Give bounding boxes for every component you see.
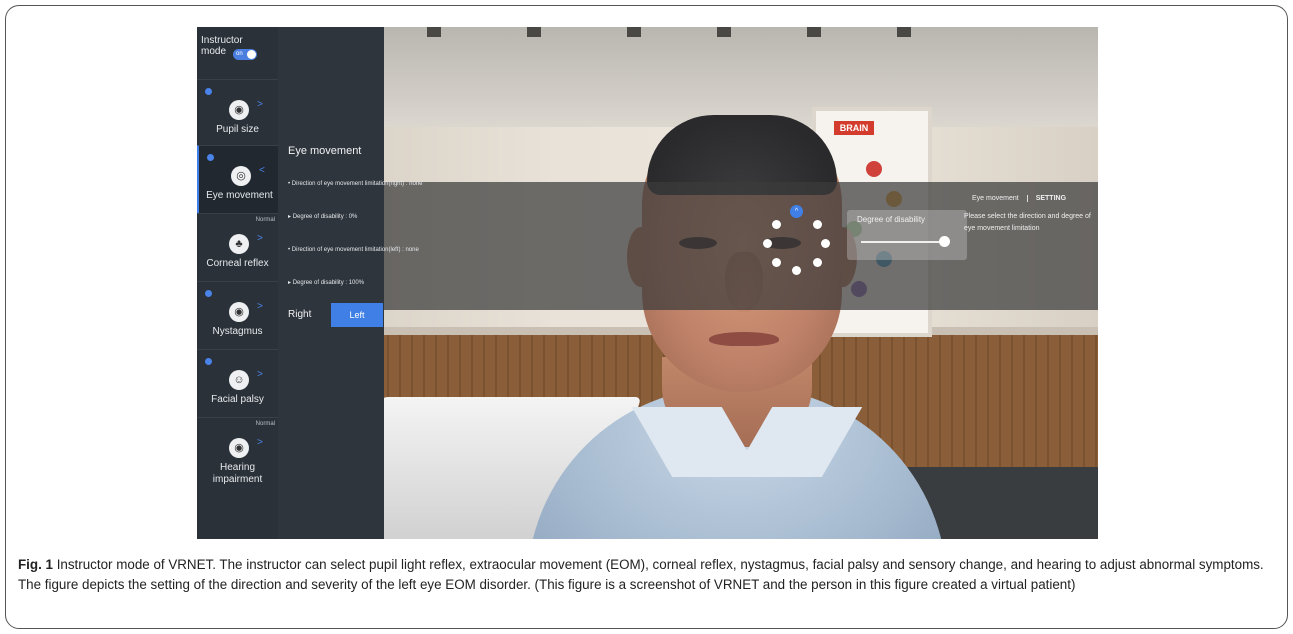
figure-label: Fig. 1 [18,557,53,572]
alert-badge [205,290,212,297]
direction-left-button[interactable] [763,239,772,248]
setting-title: Eye movement [972,195,1019,202]
sidebar-item-eye-movement[interactable]: ◎ < Eye movement [197,145,278,213]
eye-direction-selector: ^ [763,205,830,275]
sidebar-item-hearing-impairment[interactable]: Normal ◉ > Hearing impairment [197,417,278,507]
tab-right[interactable]: Right [278,303,330,327]
chevron-left-icon: < [259,165,265,176]
status-label: Normal [255,217,275,223]
sidebar-item-corneal-reflex[interactable]: Normal ♣ > Corneal reflex [197,213,278,281]
chevron-right-icon: > [257,437,263,448]
caption-text: Instructor mode of VRNET. The instructor… [18,557,1264,592]
panel-line: • Direction of eye movement limitation(r… [288,181,423,187]
sidebar-item-label: Nystagmus [212,326,263,337]
panel-line: • Direction of eye movement limitation(l… [288,247,419,253]
sidebar: Instructor mode on ◉ > Pupil size ◎ < Eye mov… [197,27,278,539]
figure-caption: Fig. 1 Instructor mode of VRNET. The ins… [18,555,1273,595]
poster-title: BRAIN [834,121,874,135]
disability-slider-box: Degree of disability [847,210,967,260]
panel-title: Eye movement [288,145,362,157]
eye-movement-icon: ◎ [231,166,251,186]
toggle-state: on [236,51,243,57]
chevron-right-icon: > [257,233,263,244]
ear-icon: ◉ [229,438,249,458]
chevron-right-icon: > [257,369,263,380]
setting-header: Eye movement SETTING [972,195,1067,202]
direction-up-left-button[interactable] [772,220,781,229]
sidebar-item-label: Corneal reflex [206,258,269,269]
direction-down-button[interactable] [792,266,801,275]
alert-badge [205,358,212,365]
disability-slider-knob[interactable] [939,236,950,247]
disability-slider-track[interactable] [861,241,945,243]
setting-description: Please select the direction and degree o… [964,213,1091,232]
panel-line: ▸ Degree of disability : 100% [288,280,365,286]
chevron-right-icon: > [257,99,263,110]
chevron-right-icon: > [257,301,263,312]
direction-up-right-button[interactable] [813,220,822,229]
direction-down-right-button[interactable] [813,258,822,267]
status-label: Normal [255,421,275,427]
sidebar-item-facial-palsy[interactable]: ☺ > Facial palsy [197,349,278,417]
alert-badge [205,88,212,95]
sidebar-item-label: Facial palsy [211,394,264,405]
sidebar-item-label: Pupil size [216,124,259,135]
instructor-mode-toggle[interactable]: on [233,49,257,60]
cotton-swab-icon: ♣ [229,234,249,254]
slider-label: Degree of disability [857,215,926,224]
face-icon: ☺ [229,370,249,390]
direction-up-button[interactable]: ^ [790,205,803,218]
setting-tag: SETTING [1026,195,1067,202]
direction-right-button[interactable] [821,239,830,248]
eye-icon: ◉ [229,100,249,120]
sidebar-item-nystagmus[interactable]: ◉ > Nystagmus [197,281,278,349]
instructor-mode: Instructor mode on [201,35,273,75]
sidebar-item-pupil-size[interactable]: ◉ > Pupil size [197,79,278,145]
panel-line: ▸ Degree of disability : 0% [288,214,358,220]
sidebar-item-label: Hearing impairment [212,462,263,485]
direction-down-left-button[interactable] [772,258,781,267]
eye-icon: ◉ [229,302,249,322]
sidebar-item-label: Eye movement [206,190,273,201]
vrnet-screenshot: BRAIN ^ Degree of disability Eye movemen… [197,27,1098,539]
tab-left[interactable]: Left [331,303,383,327]
alert-badge [207,154,214,161]
